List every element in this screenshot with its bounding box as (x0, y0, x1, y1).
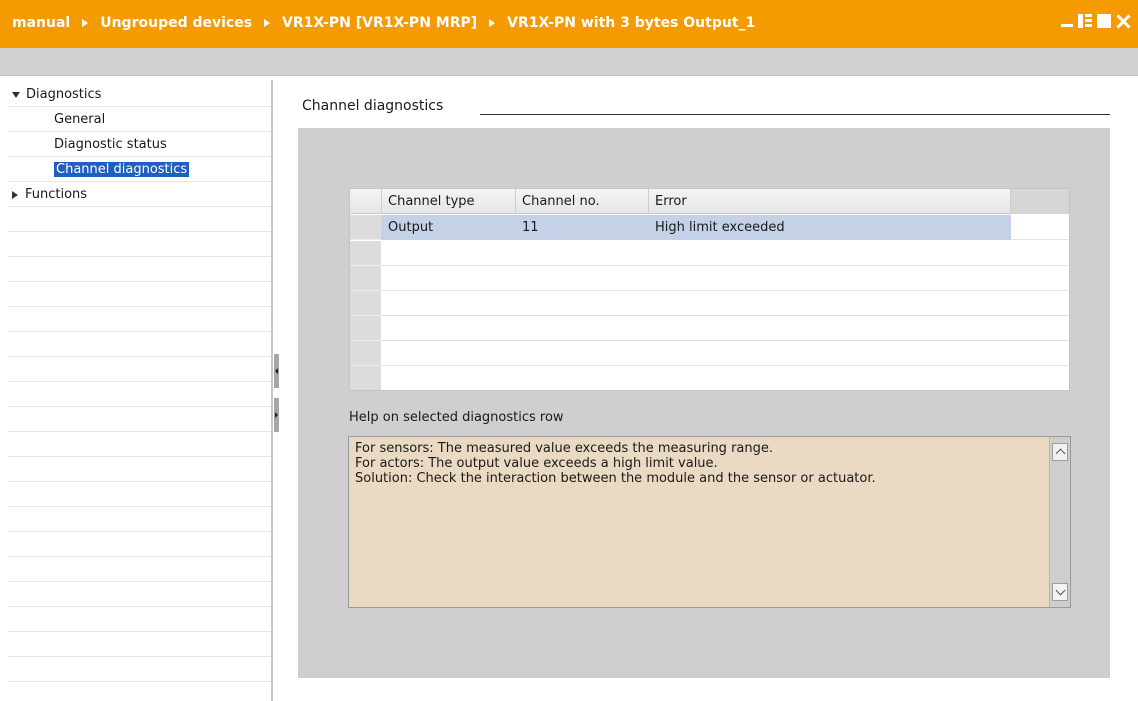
breadcrumb-item-module[interactable]: VR1X-PN with 3 bytes Output_1 (507, 15, 755, 31)
help-scrollbar[interactable] (1049, 437, 1070, 607)
row-header[interactable] (350, 241, 381, 266)
breadcrumb-item-device[interactable]: VR1X-PN [VR1X-PN MRP] (282, 15, 477, 31)
tree-item-diagnostic-status[interactable]: Diagnostic status (54, 134, 167, 156)
table-row[interactable] (381, 241, 1069, 266)
tree-item-label: Functions (25, 187, 88, 202)
tree-item-diagnostics[interactable]: Diagnostics (12, 84, 101, 106)
toolbar-strip (0, 48, 1138, 76)
arrow-left-icon (275, 368, 278, 374)
help-text-box[interactable]: For sensors: The measured value exceeds … (348, 436, 1071, 608)
collapse-left-handle[interactable] (274, 354, 279, 388)
breadcrumb-item-project[interactable]: manual (12, 15, 70, 31)
cell-error: High limit exceeded (655, 220, 785, 235)
help-text: For sensors: The measured value exceeds … (355, 441, 876, 486)
arrow-right-icon (275, 412, 278, 418)
section-title: Channel diagnostics (302, 98, 452, 114)
help-label: Help on selected diagnostics row (349, 410, 564, 425)
help-line-actors: For actors: The output value exceeds a h… (355, 456, 718, 471)
column-header-filler (1010, 189, 1069, 214)
split-view-icon[interactable] (1078, 14, 1092, 28)
close-icon[interactable] (1116, 14, 1130, 28)
column-header-error[interactable]: Error (648, 189, 1010, 214)
expand-right-handle[interactable] (274, 398, 279, 432)
scroll-up-icon[interactable] (1052, 443, 1068, 461)
row-header[interactable] (350, 215, 381, 240)
cell-channel-no: 11 (522, 220, 539, 235)
diagnostics-table: Channel type Channel no. Error Output 11… (349, 188, 1070, 391)
breadcrumb: manual Ungrouped devices VR1X-PN [VR1X-P… (12, 15, 755, 31)
row-header[interactable] (350, 341, 381, 366)
tree-item-label: Diagnostics (26, 87, 102, 102)
title-bar: manual Ungrouped devices VR1X-PN [VR1X-P… (0, 0, 1138, 48)
tree-item-functions[interactable]: Functions (12, 184, 87, 206)
column-header-channel-type[interactable]: Channel type (381, 189, 515, 214)
row-header[interactable] (350, 316, 381, 341)
tree-item-general[interactable]: General (54, 109, 105, 131)
table-row[interactable]: Output 11 High limit exceeded (381, 215, 1069, 240)
row-header[interactable] (350, 366, 381, 390)
breadcrumb-separator-icon (82, 19, 89, 27)
row-header[interactable] (350, 266, 381, 291)
minimize-icon[interactable] (1061, 14, 1073, 28)
breadcrumb-item-group[interactable]: Ungrouped devices (100, 15, 252, 31)
expand-arrow-icon[interactable] (12, 190, 18, 199)
table-row[interactable] (381, 266, 1069, 291)
tree-item-channel-diagnostics[interactable]: Channel diagnostics (54, 159, 190, 181)
table-header: Channel type Channel no. Error (350, 189, 1069, 214)
help-line-solution: Solution: Check the interaction between … (355, 471, 876, 486)
navigation-tree: Diagnostics General Diagnostic status Ch… (8, 80, 272, 701)
collapse-arrow-icon[interactable] (12, 91, 20, 98)
table-row[interactable] (381, 341, 1069, 366)
section-divider (480, 114, 1110, 115)
tree-item-label: Channel diagnostics (54, 162, 190, 177)
window-controls (1061, 14, 1130, 28)
pane-splitter[interactable] (272, 80, 284, 701)
column-header-channel-no[interactable]: Channel no. (515, 189, 648, 214)
scroll-down-icon[interactable] (1052, 583, 1068, 601)
maximize-icon[interactable] (1097, 14, 1111, 28)
breadcrumb-separator-icon (264, 19, 271, 27)
help-line-sensors: For sensors: The measured value exceeds … (355, 441, 773, 456)
table-row[interactable] (381, 366, 1069, 390)
tree-item-label: General (54, 112, 106, 127)
row-header[interactable] (350, 291, 381, 316)
selected-row-highlight: Output 11 High limit exceeded (381, 215, 1011, 240)
table-row[interactable] (381, 316, 1069, 341)
tree-item-label: Diagnostic status (54, 137, 167, 152)
table-row[interactable] (381, 291, 1069, 316)
cell-channel-type: Output (388, 220, 434, 235)
breadcrumb-separator-icon (489, 19, 496, 27)
